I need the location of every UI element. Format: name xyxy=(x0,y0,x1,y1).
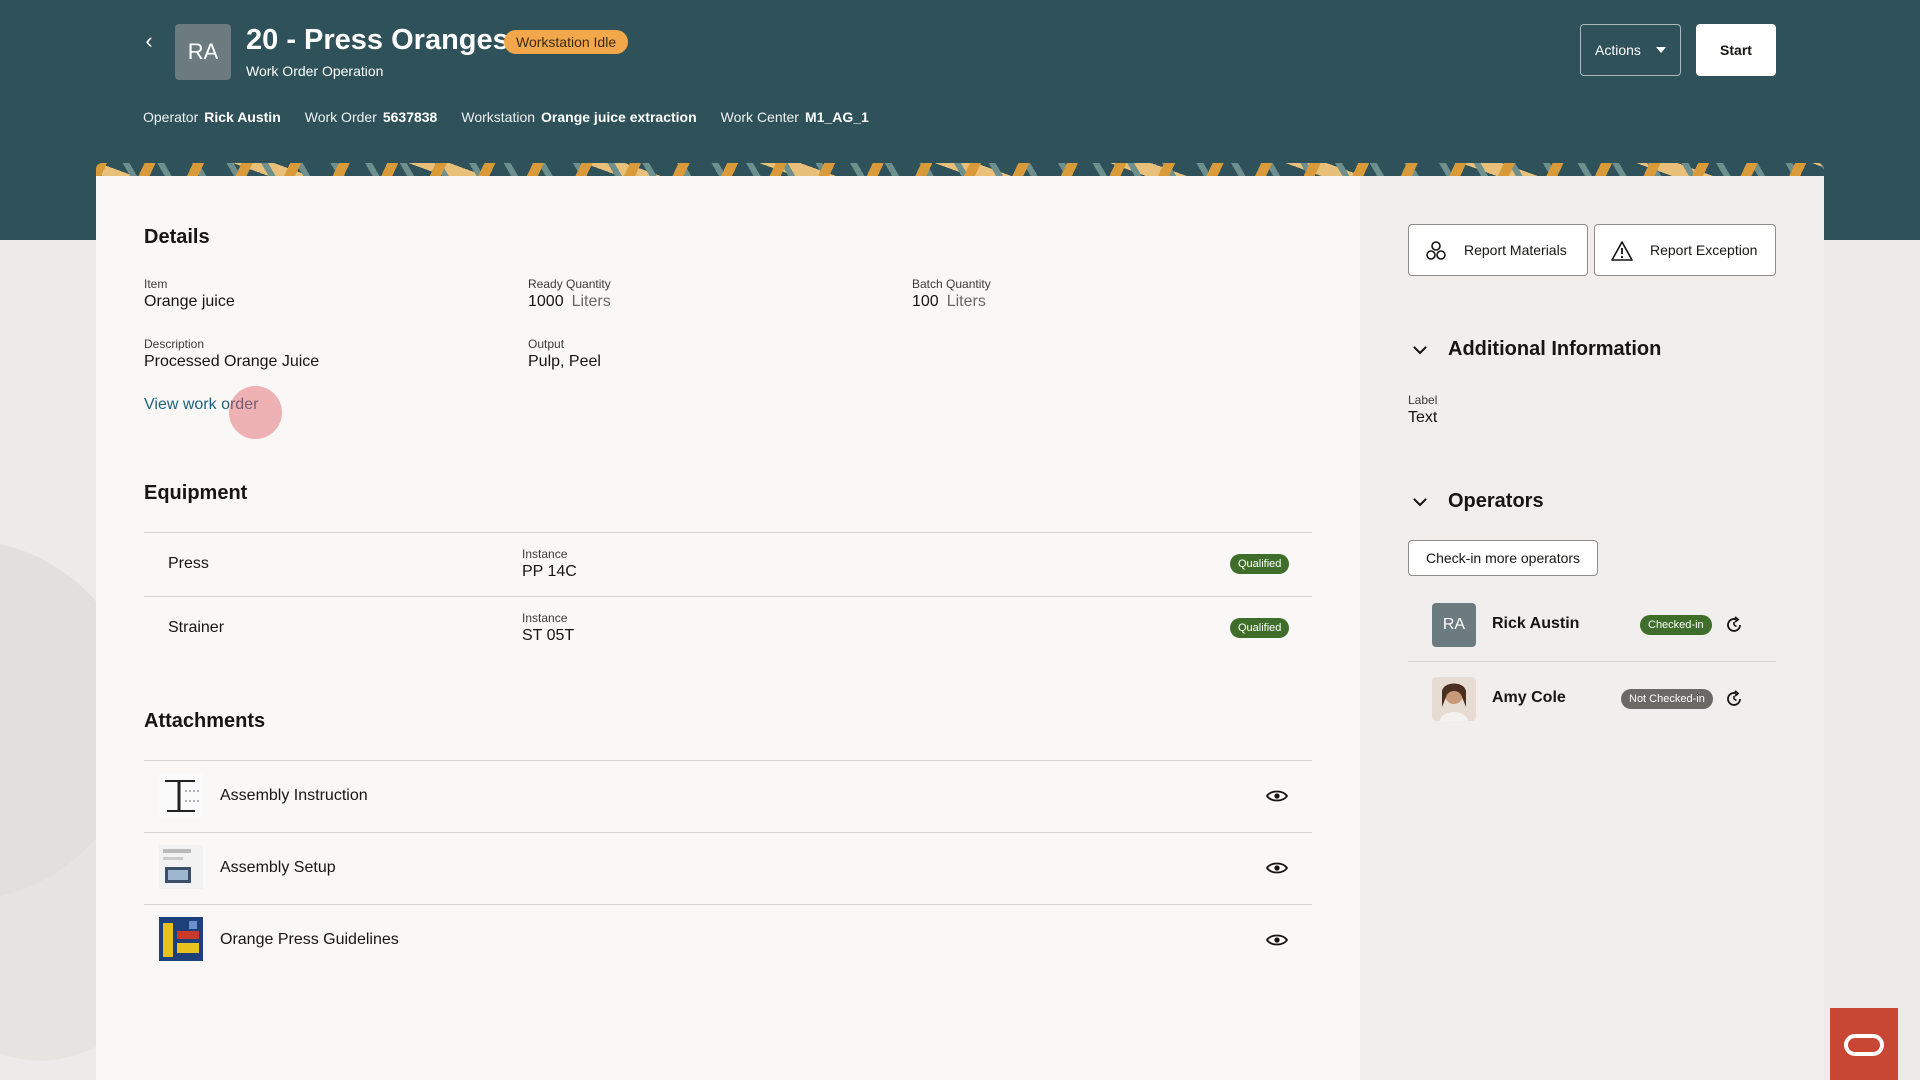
refresh-icon[interactable] xyxy=(1724,615,1744,635)
page-subtitle: Work Order Operation xyxy=(246,63,384,79)
item-label: Item xyxy=(144,277,168,291)
oracle-logo-icon xyxy=(1844,1034,1884,1056)
chevron-down-icon[interactable] xyxy=(1412,494,1428,510)
not-checked-in-badge: Not Checked-in xyxy=(1621,689,1713,709)
ready-quantity-value: 1000 Liters xyxy=(528,293,611,310)
divider xyxy=(144,904,1312,905)
start-button[interactable]: Start xyxy=(1696,24,1776,76)
background-decoration xyxy=(0,520,96,1080)
eye-icon[interactable] xyxy=(1266,933,1288,947)
divider xyxy=(144,832,1312,833)
description-value: Processed Orange Juice xyxy=(144,353,320,370)
meta-work-center: Work Center M1_AG_1 xyxy=(720,109,869,125)
report-exception-button[interactable]: Report Exception xyxy=(1594,224,1776,276)
materials-icon xyxy=(1426,241,1446,260)
assembly-setup-thumbnail xyxy=(159,845,203,889)
oracle-assistant-button[interactable] xyxy=(1830,1008,1898,1080)
operator-name: Rick Austin xyxy=(1492,615,1580,632)
divider xyxy=(144,596,1312,597)
check-in-more-operators-button[interactable]: Check-in more operators xyxy=(1408,540,1598,576)
side-panel xyxy=(1360,176,1824,1080)
avatar: RA xyxy=(1432,603,1476,647)
attachment-name[interactable]: Orange Press Guidelines xyxy=(220,931,399,949)
batch-quantity-value: 100 Liters xyxy=(912,293,986,310)
output-label: Output xyxy=(528,337,565,351)
description-label: Description xyxy=(144,337,205,351)
page-title: 20 - Press Oranges xyxy=(246,24,509,56)
attachment-name[interactable]: Assembly Setup xyxy=(220,859,336,877)
chevron-down-icon[interactable] xyxy=(1412,342,1428,358)
report-materials-button[interactable]: Report Materials xyxy=(1408,224,1588,276)
details-title: Details xyxy=(144,226,210,248)
divider xyxy=(1408,661,1776,662)
additional-information-title: Additional Information xyxy=(1448,338,1662,360)
status-badge: Workstation Idle xyxy=(504,30,629,54)
ready-quantity-label: Ready Quantity xyxy=(528,277,611,291)
info-value: Text xyxy=(1408,409,1438,426)
item-value: Orange juice xyxy=(144,293,235,310)
avatar: RA xyxy=(175,24,231,80)
click-indicator xyxy=(229,386,282,439)
equipment-title: Equipment xyxy=(144,482,248,504)
instance-label: Instance xyxy=(522,547,568,561)
eye-icon[interactable] xyxy=(1266,789,1288,803)
operator-name: Amy Cole xyxy=(1492,689,1566,706)
meta-operator: Operator Rick Austin xyxy=(143,109,281,125)
meta-workstation: Workstation Orange juice extraction xyxy=(461,109,697,125)
divider xyxy=(144,760,1312,761)
qualified-badge: Qualified xyxy=(1230,554,1290,574)
eye-icon[interactable] xyxy=(1266,861,1288,875)
equipment-name: Press xyxy=(168,555,209,572)
instance-value: PP 14C xyxy=(522,563,577,580)
actions-menu-button[interactable]: Actions xyxy=(1580,24,1681,76)
orange-press-thumbnail xyxy=(159,917,203,961)
instance-label: Instance xyxy=(522,611,568,625)
instance-value: ST 05T xyxy=(522,627,575,644)
back-button[interactable]: ‹ xyxy=(138,30,160,52)
output-value: Pulp, Peel xyxy=(528,353,601,370)
batch-quantity-label: Batch Quantity xyxy=(912,277,991,291)
checked-in-badge: Checked-in xyxy=(1640,615,1712,635)
operators-title: Operators xyxy=(1448,490,1544,512)
avatar xyxy=(1432,677,1476,721)
warning-icon xyxy=(1611,241,1633,261)
attachments-title: Attachments xyxy=(144,710,266,732)
header-meta: Operator Rick Austin Work Order 5637838 Wo… xyxy=(143,109,869,125)
equipment-name: Strainer xyxy=(168,619,225,636)
decorative-banner xyxy=(96,163,1824,177)
info-label: Label xyxy=(1408,393,1438,407)
meta-work-order: Work Order 5637838 xyxy=(304,109,438,125)
assembly-instruction-thumbnail xyxy=(159,773,203,817)
chevron-down-icon xyxy=(1656,47,1666,53)
qualified-badge: Qualified xyxy=(1230,618,1290,638)
refresh-icon[interactable] xyxy=(1724,689,1744,709)
divider xyxy=(144,532,1312,533)
attachment-name[interactable]: Assembly Instruction xyxy=(220,787,368,805)
